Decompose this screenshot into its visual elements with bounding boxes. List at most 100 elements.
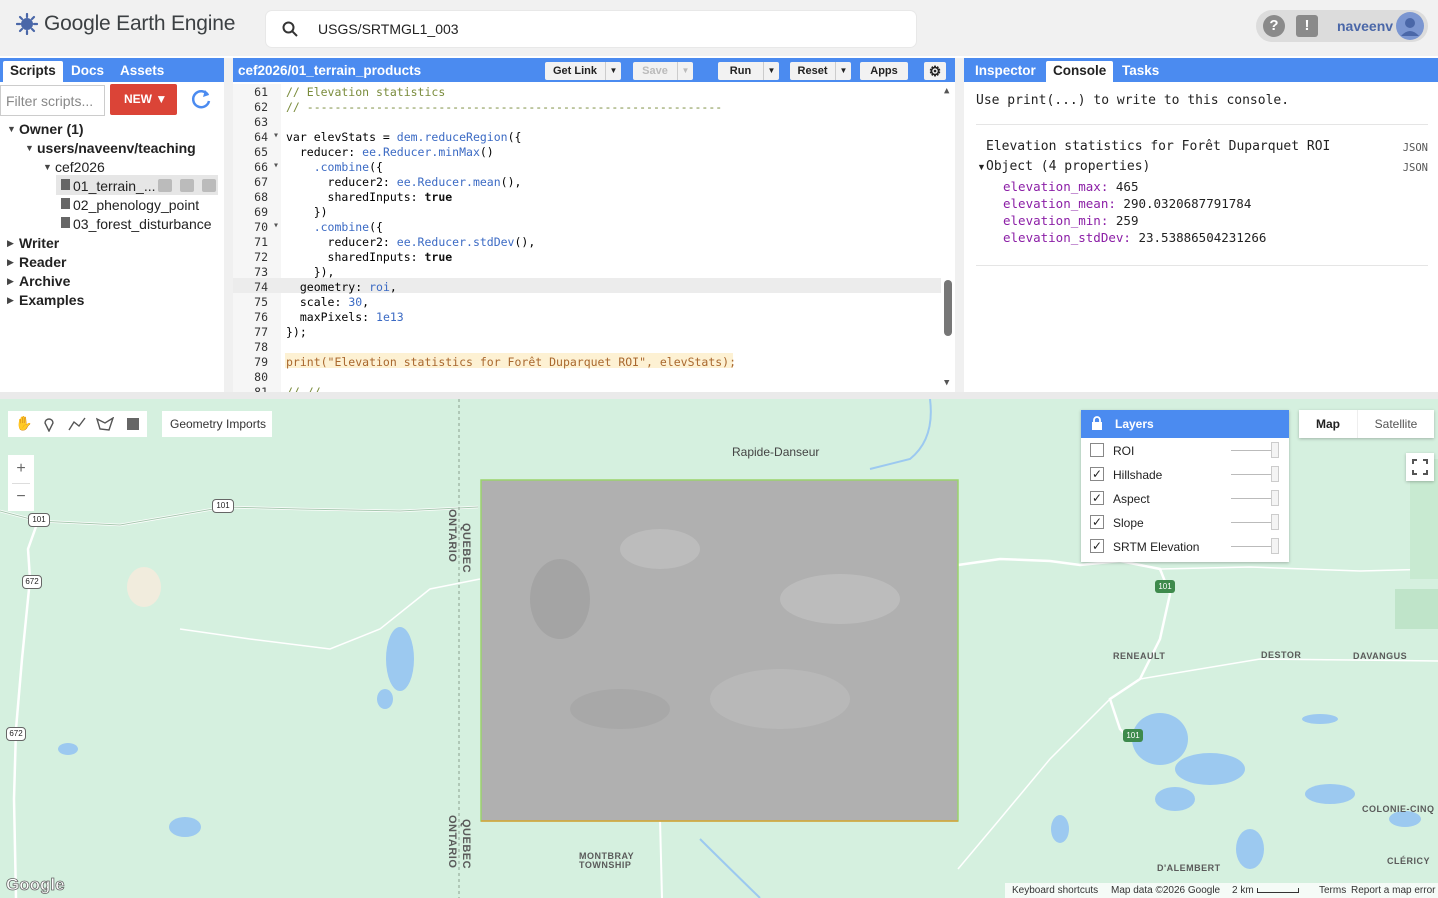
layer-checkbox[interactable]: ✓ bbox=[1090, 467, 1104, 481]
new-button[interactable]: NEW ▼ bbox=[110, 84, 177, 115]
opacity-slider-handle[interactable] bbox=[1271, 490, 1279, 506]
opacity-slider-handle[interactable] bbox=[1271, 442, 1279, 458]
delete-icon[interactable] bbox=[202, 179, 216, 192]
code-line[interactable]: maxPixels: 1e13 bbox=[286, 310, 404, 324]
expand-triangle-icon[interactable]: ▼ bbox=[43, 162, 52, 172]
scroll-down-icon[interactable]: ▼ bbox=[944, 378, 949, 388]
filter-scripts-input[interactable]: Filter scripts... bbox=[0, 85, 105, 116]
chevron-down-icon[interactable]: ▼ bbox=[763, 62, 779, 80]
layer-checkbox[interactable] bbox=[1090, 443, 1104, 457]
json-link[interactable]: JSON bbox=[1403, 162, 1428, 174]
report-error-link[interactable]: Report a map error bbox=[1351, 885, 1435, 896]
layer-row[interactable]: ✓ Aspect bbox=[1081, 487, 1289, 511]
chevron-down-icon[interactable]: ▼ bbox=[835, 62, 851, 80]
tab-scripts[interactable]: Scripts bbox=[3, 61, 63, 82]
code-line[interactable]: reducer2: ee.Reducer.mean(), bbox=[286, 175, 522, 189]
tree-file[interactable]: 01_terrain_... bbox=[73, 178, 156, 194]
expand-triangle-icon[interactable]: ▼ bbox=[25, 143, 34, 153]
code-line[interactable]: }); bbox=[286, 325, 307, 339]
scrollbar-thumb[interactable] bbox=[944, 280, 952, 336]
chevron-down-icon[interactable]: ▼ bbox=[605, 62, 621, 80]
fullscreen-button[interactable] bbox=[1406, 453, 1434, 481]
tab-inspector[interactable]: Inspector bbox=[968, 61, 1043, 82]
tab-console[interactable]: Console bbox=[1046, 61, 1114, 82]
map-splitter[interactable] bbox=[0, 392, 1438, 399]
map-type-satellite[interactable]: Satellite bbox=[1357, 410, 1434, 438]
pan-hand-tool[interactable]: ✋ bbox=[8, 411, 36, 437]
layer-row[interactable]: ROI bbox=[1081, 439, 1289, 463]
collapse-triangle-icon[interactable]: ▶ bbox=[7, 276, 14, 287]
code-line[interactable]: // -------------------------------------… bbox=[286, 100, 722, 114]
tab-tasks[interactable]: Tasks bbox=[1115, 61, 1166, 82]
run-button[interactable]: Run ▼ bbox=[718, 62, 779, 80]
layer-row[interactable]: ✓ SRTM Elevation bbox=[1081, 535, 1289, 559]
right-splitter[interactable] bbox=[955, 58, 964, 392]
layer-checkbox[interactable]: ✓ bbox=[1090, 515, 1104, 529]
tree-group-archive[interactable]: Archive bbox=[19, 273, 70, 289]
expand-triangle-icon[interactable]: ▼ bbox=[977, 162, 986, 172]
map-type-map[interactable]: Map bbox=[1299, 410, 1357, 438]
tree-group-writer[interactable]: Writer bbox=[19, 235, 59, 251]
draw-polygon-tool[interactable] bbox=[91, 411, 119, 437]
tree-owner[interactable]: Owner (1) bbox=[19, 121, 84, 137]
tree-folder[interactable]: cef2026 bbox=[55, 159, 105, 175]
editor-scrollbar[interactable]: ▲ ▼ bbox=[941, 84, 955, 392]
fold-arrow-icon[interactable]: ▾ bbox=[273, 130, 279, 141]
tab-assets[interactable]: Assets bbox=[113, 61, 171, 82]
code-area[interactable]: 61 62 63 64 ▾ 65 66 ▾ 67 68 69 70 ▾ 71 72 73 74 75 76 77 78 7… bbox=[233, 84, 955, 392]
collapse-triangle-icon[interactable]: ▶ bbox=[7, 257, 14, 268]
code-line[interactable]: print("Elevation statistics for Forêt Du… bbox=[286, 355, 736, 369]
code-line[interactable]: scale: 30, bbox=[286, 295, 369, 309]
scroll-up-icon[interactable]: ▲ bbox=[944, 86, 949, 96]
zoom-in-button[interactable]: + bbox=[8, 455, 34, 483]
lock-icon[interactable] bbox=[1091, 416, 1103, 431]
opacity-slider-handle[interactable] bbox=[1271, 514, 1279, 530]
save-button[interactable]: Save ▼ bbox=[633, 62, 693, 80]
rename-icon[interactable] bbox=[180, 179, 194, 192]
draw-line-tool[interactable] bbox=[63, 411, 91, 437]
code-line[interactable]: }), bbox=[286, 265, 335, 279]
fold-arrow-icon[interactable]: ▾ bbox=[273, 160, 279, 171]
tree-file[interactable]: 03_forest_disturbance bbox=[73, 216, 212, 232]
add-marker-tool[interactable] bbox=[35, 411, 63, 437]
fold-arrow-icon[interactable]: ▾ bbox=[273, 220, 279, 231]
search-input[interactable]: USGS/SRTMGL1_003 bbox=[318, 21, 459, 37]
keyboard-shortcuts-link[interactable]: Keyboard shortcuts bbox=[1012, 885, 1098, 896]
chevron-down-icon[interactable]: ▼ bbox=[677, 62, 693, 80]
code-line[interactable]: .combine({ bbox=[286, 220, 383, 234]
feedback-icon[interactable]: ! bbox=[1296, 15, 1318, 37]
scale-label[interactable]: 2 km bbox=[1232, 885, 1254, 896]
opacity-slider-handle[interactable] bbox=[1271, 466, 1279, 482]
terms-link[interactable]: Terms bbox=[1319, 885, 1346, 896]
search-bar[interactable]: USGS/SRTMGL1_003 bbox=[266, 11, 916, 47]
layer-row[interactable]: ✓ Slope bbox=[1081, 511, 1289, 535]
layer-row[interactable]: ✓ Hillshade bbox=[1081, 463, 1289, 487]
user-name[interactable]: naveenv bbox=[1337, 18, 1393, 34]
code-line[interactable]: // Elevation statistics bbox=[286, 85, 445, 99]
draw-rectangle-tool[interactable] bbox=[119, 411, 147, 437]
expand-triangle-icon[interactable]: ▼ bbox=[7, 124, 16, 134]
code-line[interactable]: sharedInputs: true bbox=[286, 190, 453, 204]
tree-group-examples[interactable]: Examples bbox=[19, 292, 84, 308]
refresh-icon[interactable] bbox=[188, 86, 214, 112]
help-icon[interactable]: ? bbox=[1263, 15, 1285, 37]
tree-repo[interactable]: users/naveenv/teaching bbox=[37, 140, 196, 156]
code-line[interactable]: reducer2: ee.Reducer.stdDev(), bbox=[286, 235, 536, 249]
code-line[interactable]: reducer: ee.Reducer.minMax() bbox=[286, 145, 494, 159]
layer-checkbox[interactable]: ✓ bbox=[1090, 539, 1104, 553]
layers-header[interactable]: Layers bbox=[1081, 410, 1289, 438]
reset-button[interactable]: Reset ▼ bbox=[790, 62, 851, 80]
opacity-slider-handle[interactable] bbox=[1271, 538, 1279, 554]
app-logo[interactable]: Google Earth Engine bbox=[16, 12, 235, 36]
object-label[interactable]: Object (4 properties) bbox=[986, 159, 1150, 174]
json-link[interactable]: JSON bbox=[1403, 142, 1428, 154]
code-line[interactable]: .combine({ bbox=[286, 160, 383, 174]
history-icon[interactable] bbox=[158, 179, 172, 192]
apps-button[interactable]: Apps bbox=[860, 62, 908, 80]
left-splitter[interactable] bbox=[224, 58, 233, 392]
get-link-button[interactable]: Get Link ▼ bbox=[545, 62, 621, 80]
tree-file[interactable]: 02_phenology_point bbox=[73, 197, 199, 213]
collapse-triangle-icon[interactable]: ▶ bbox=[7, 238, 14, 249]
code-line[interactable]: // // ----------------------------------… bbox=[286, 385, 743, 392]
geometry-imports-button[interactable]: Geometry Imports bbox=[162, 411, 272, 437]
